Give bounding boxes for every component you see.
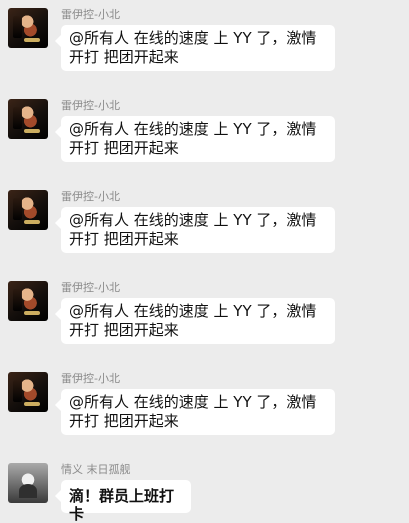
sender-avatar[interactable]: [8, 372, 48, 412]
sender-name: 雷伊控-小北: [61, 372, 120, 385]
sender-avatar[interactable]: [8, 281, 48, 321]
sender-name: 雷伊控-小北: [61, 99, 120, 112]
message-bubble[interactable]: @所有人 在线的速度 上 YY 了，激情开打 把团开起来: [55, 25, 335, 71]
sender-name: 情义 末日孤舰: [61, 463, 131, 476]
sender-name: 雷伊控-小北: [61, 8, 120, 21]
sender-avatar[interactable]: [8, 8, 48, 48]
chat-window: 雷伊控-小北 @所有人 在线的速度 上 YY 了，激情开打 把团开起来 雷伊控-…: [0, 0, 409, 523]
sender-avatar[interactable]: [8, 99, 48, 139]
sender-name: 雷伊控-小北: [61, 190, 120, 203]
message-bubble[interactable]: 滴！群员上班打卡: [55, 480, 191, 523]
message-bubble[interactable]: @所有人 在线的速度 上 YY 了，激情开打 把团开起来: [55, 116, 335, 162]
message-bubble[interactable]: @所有人 在线的速度 上 YY 了，激情开打 把团开起来: [55, 389, 335, 435]
sender-avatar[interactable]: [8, 463, 48, 503]
message-bubble[interactable]: @所有人 在线的速度 上 YY 了，激情开打 把团开起来: [55, 207, 335, 253]
sender-avatar[interactable]: [8, 190, 48, 230]
message-bubble[interactable]: @所有人 在线的速度 上 YY 了，激情开打 把团开起来: [55, 298, 335, 344]
sender-name: 雷伊控-小北: [61, 281, 120, 294]
